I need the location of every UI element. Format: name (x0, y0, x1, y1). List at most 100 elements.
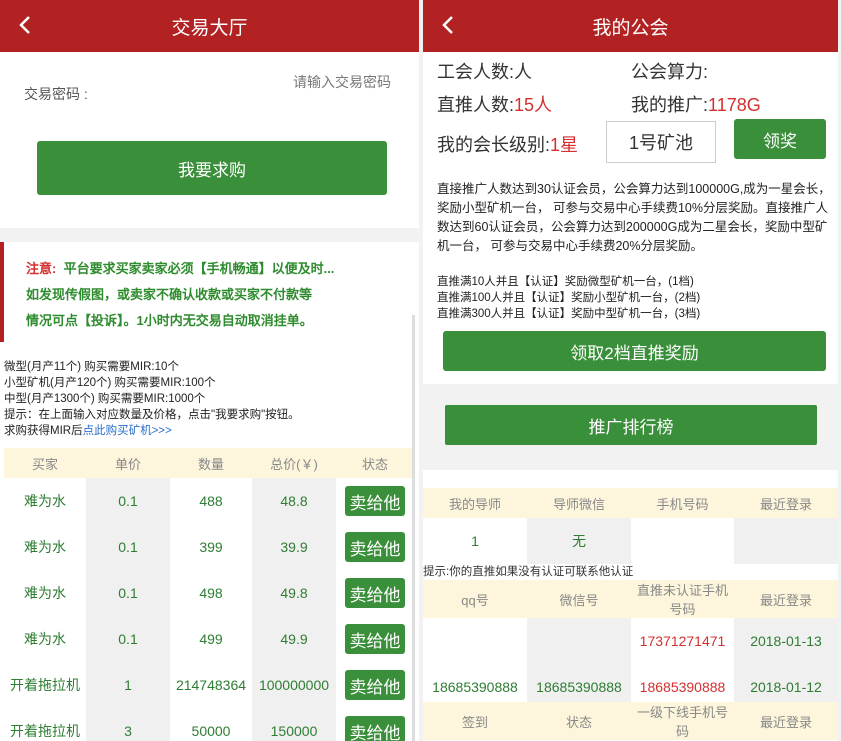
reward-description: 直接推广人数达到30认证会员，公会算力达到100000G,成为一星会长，奖励小型… (437, 182, 831, 253)
guild-members-stat: 工会人数:人 (437, 58, 532, 84)
col-last-login: 最近登录 (734, 580, 838, 618)
ranking-button[interactable]: 推广排行榜 (445, 405, 817, 445)
trading-hall-panel: 交易大厅 交易密码 : 我要求购 注意: 平台要求买家卖家必须【手机畅通】以便及… (0, 0, 419, 741)
password-input[interactable] (191, 74, 391, 90)
action-cell: 卖给他 (336, 570, 414, 616)
sell-button[interactable]: 卖给他 (345, 578, 405, 608)
info-text: 微型(月产11个) 购买需要MIR:10个 小型矿机(月产120个) 购买需要M… (4, 359, 300, 439)
my-guild-panel: 我的公会 工会人数:人 公会算力: 直推人数:15人 我的推广:1178G 我的… (423, 0, 838, 741)
col-qty: 数量 (170, 448, 252, 478)
info-line: 小型矿机(月产120个) 购买需要MIR:100个 (4, 377, 216, 389)
price-cell: 0.1 (86, 616, 170, 662)
col-last-login: 最近登录 (734, 702, 838, 740)
notice-title: 注意: (26, 261, 57, 276)
price-cell: 1 (86, 662, 170, 708)
table-row: 难为水 0.1 498 49.8 卖给他 (4, 570, 414, 616)
promo-label: 我的推广: (631, 95, 709, 115)
col-sign: 签到 (423, 702, 527, 740)
col-status: 状态 (527, 702, 631, 740)
col-unverified-phone: 直推未认证手机号码 (631, 580, 734, 618)
qty-cell: 50000 (191, 723, 231, 739)
table-row: 开着拖拉机 3 50000 150000 卖给他 (4, 708, 414, 741)
col-status: 状态 (336, 448, 414, 478)
action-cell: 卖给他 (336, 616, 414, 662)
qty-cell: 399 (199, 539, 223, 555)
sell-button[interactable]: 卖给他 (345, 670, 405, 700)
info-line: 中型(月产1300个) 购买需要MIR:1000个 (4, 393, 206, 405)
table-row: 难为水 0.1 399 39.9 卖给他 (4, 524, 414, 570)
phone-cell: 17371271471 (639, 633, 726, 649)
price-cell: 0.1 (86, 570, 170, 616)
pool-field[interactable]: 1号矿池 (606, 121, 716, 163)
total-cell: 39.9 (252, 524, 336, 570)
col-mentor: 我的导师 (423, 488, 527, 518)
guild-members-value: 人 (514, 62, 533, 82)
promo-stat: 我的推广:1178G (631, 91, 761, 117)
sell-button[interactable]: 卖给他 (345, 624, 405, 654)
phone-cell (631, 518, 734, 564)
buyer-cell: 开着拖拉机 (10, 723, 80, 739)
mentor-table: 我的导师 导师微信 手机号码 最近登录 1 无 (423, 488, 838, 564)
qty-cell: 498 (199, 585, 223, 601)
info-line: 微型(月产11个) 购买需要MIR:10个 (4, 361, 179, 373)
buy-miner-link[interactable]: 点此购买矿机>>> (83, 425, 172, 437)
level-stat: 我的会长级别:1星 (437, 131, 578, 157)
price-cell: 0.1 (86, 524, 170, 570)
wechat-cell (527, 618, 631, 664)
buyer-cell: 难为水 (24, 493, 66, 509)
col-downline-phone: 一级下线手机号码 (631, 702, 734, 740)
table-row: 开着拖拉机 1 214748364 100000000 卖给他 (4, 662, 414, 708)
sign-table: 签到 状态 一级下线手机号码 最近登录 (423, 702, 838, 740)
table-header-row: 买家 单价 数量 总价(￥) 状态 (4, 448, 414, 478)
action-cell: 卖给他 (336, 478, 414, 524)
buy-request-button[interactable]: 我要求购 (37, 141, 387, 195)
tier-item: 直推满10人并且【认证】奖励微型矿机一台，(1档) (437, 276, 694, 288)
action-cell: 卖给他 (336, 662, 414, 708)
sell-button[interactable]: 卖给他 (345, 716, 405, 741)
spacer (0, 342, 419, 354)
hint-text: 提示:你的直推如果没有认证可联系他认证 (423, 566, 634, 578)
last-login-cell: 2018-01-13 (734, 618, 838, 664)
table-row: 难为水 0.1 499 49.9 卖给他 (4, 616, 414, 662)
qty-cell: 214748364 (175, 677, 247, 693)
buyer-cell: 难为水 (24, 631, 66, 647)
col-buyer: 买家 (4, 448, 86, 478)
page-title: 我的公会 (592, 17, 669, 39)
qty-cell: 499 (199, 631, 223, 647)
total-cell: 100000000 (252, 662, 336, 708)
award-button[interactable]: 领奖 (734, 119, 826, 159)
tier-list: 直推满10人并且【认证】奖励微型矿机一台，(1档) 直推满100人并且【认证】奖… (437, 274, 700, 322)
back-arrow-icon[interactable] (14, 13, 38, 37)
qty-cell: 488 (199, 493, 223, 509)
direct-count-stat: 直推人数:15人 (437, 91, 552, 117)
col-total: 总价(￥) (252, 448, 336, 478)
header: 交易大厅 (0, 0, 419, 52)
divider (0, 228, 419, 242)
direct-count-label: 直推人数: (437, 95, 515, 115)
back-arrow-icon[interactable] (437, 13, 461, 37)
notice-box: 注意: 平台要求买家卖家必须【手机畅通】以便及时... 如发现传假图，或卖家不确… (0, 242, 419, 342)
notice-line-3: 情况可点【投诉】。1小时内无交易自动取消挂单。 (26, 313, 313, 328)
total-cell: 48.8 (252, 478, 336, 524)
sell-button[interactable]: 卖给他 (345, 486, 405, 516)
action-cell: 卖给他 (336, 708, 414, 741)
direct-count-value: 15人 (514, 95, 553, 115)
header: 我的公会 (423, 0, 838, 52)
level-label: 我的会长级别: (437, 135, 551, 155)
buyer-cell: 难为水 (24, 539, 66, 555)
table-header-row: 签到 状态 一级下线手机号码 最近登录 (423, 702, 838, 740)
guild-members-label: 工会人数: (437, 62, 515, 82)
buyer-cell: 难为水 (24, 585, 66, 601)
table-row: 1 无 (423, 518, 838, 564)
guild-power-stat: 公会算力: (631, 58, 708, 84)
scrollbar[interactable] (412, 315, 415, 741)
sell-button[interactable]: 卖给他 (345, 532, 405, 562)
direct-table: qq号 微信号 直推未认证手机号码 最近登录 17371271471 2018-… (423, 580, 838, 710)
notice-text: 平台要求买家卖家必须【手机畅通】以便及时... (63, 261, 335, 276)
info-line: 提示：在上面输入对应数量及价格，点击"我要求购"按钮。 (4, 409, 300, 421)
promo-value: 1178G (708, 95, 761, 115)
page-title: 交易大厅 (171, 17, 248, 39)
claim-reward-button[interactable]: 领取2档直推奖励 (443, 331, 826, 371)
info-line: 求购获得MIR后 (4, 425, 83, 437)
col-wechat: 微信号 (527, 580, 631, 618)
